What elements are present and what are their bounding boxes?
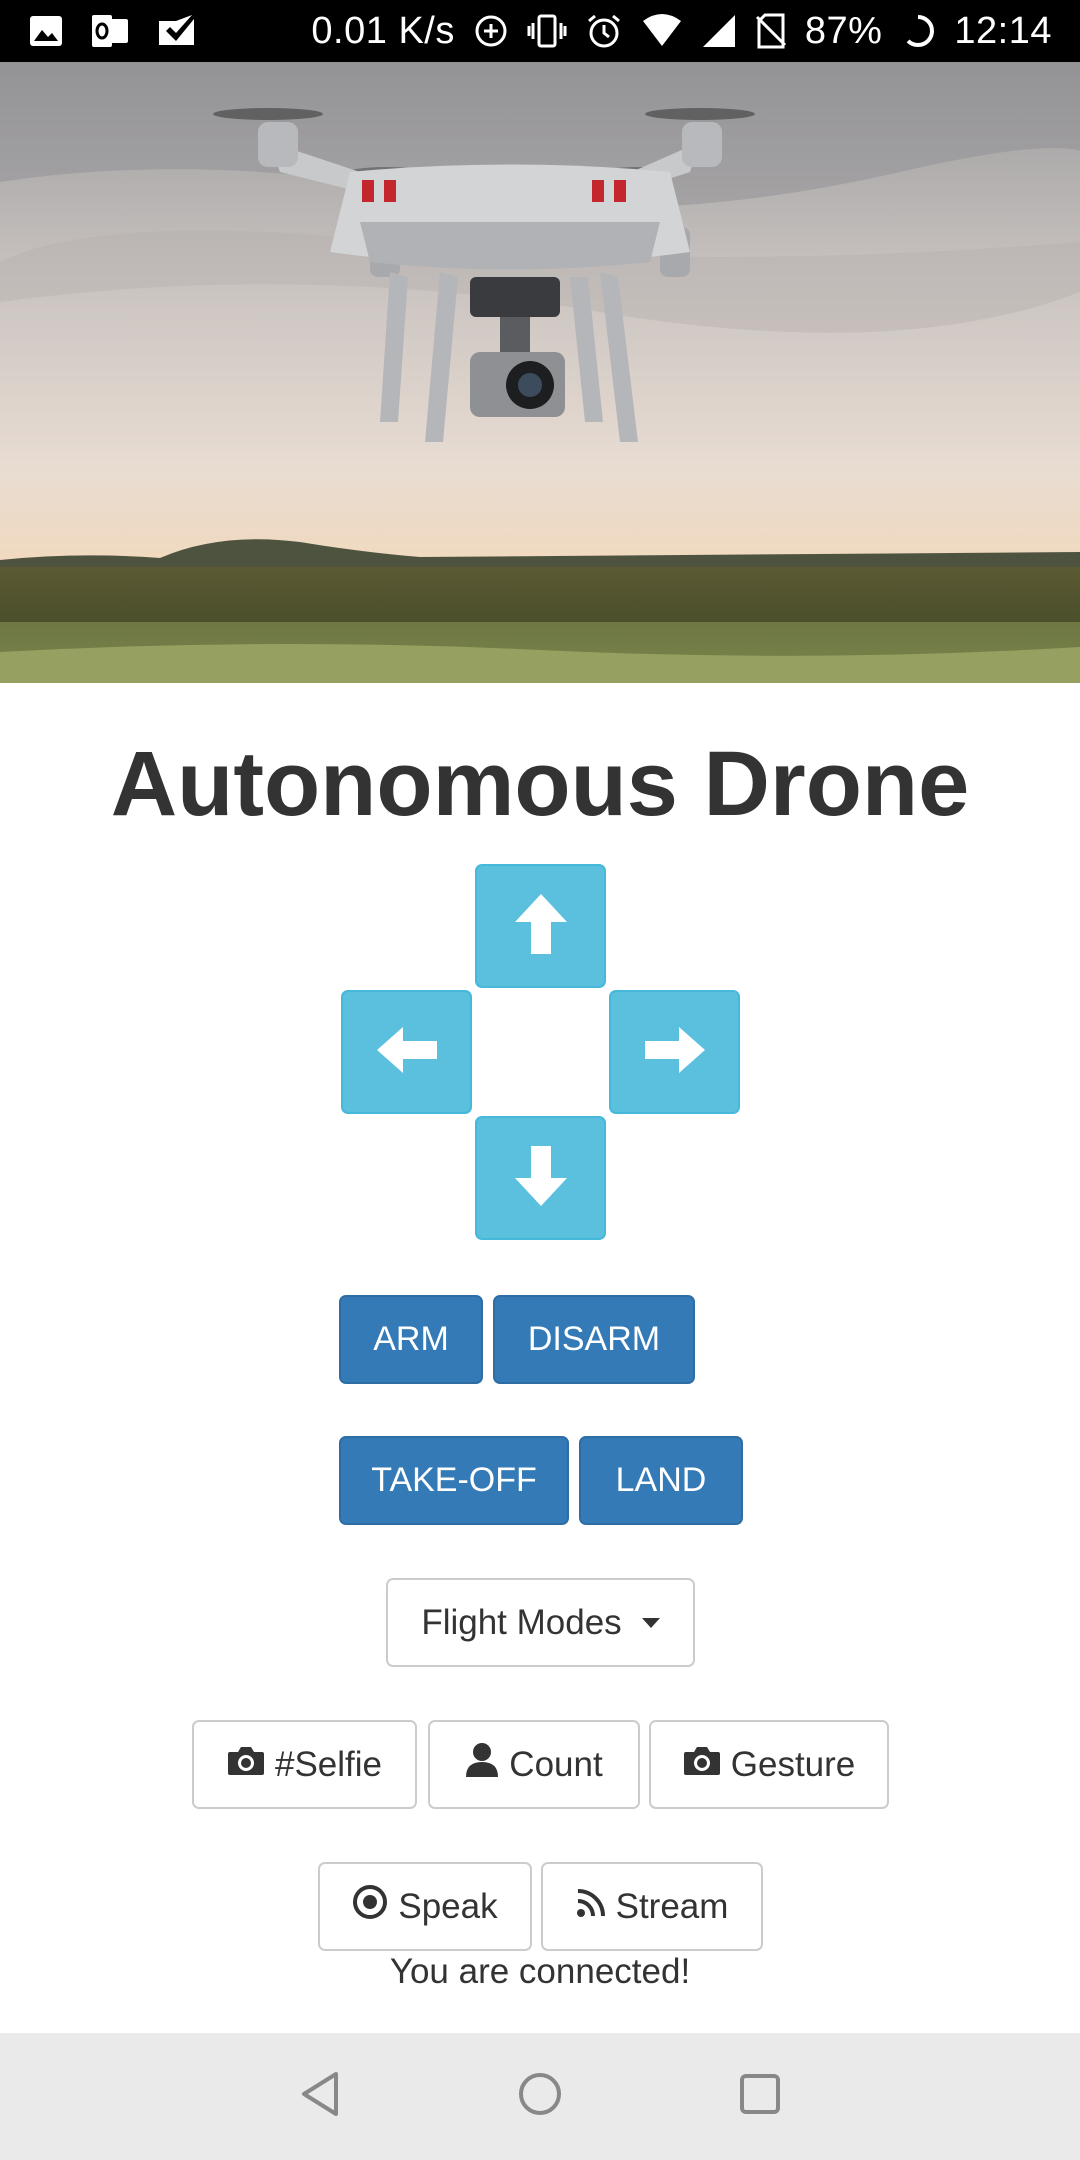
arrow-left-icon xyxy=(375,1025,439,1080)
camera-icon xyxy=(227,1744,265,1785)
status-bar: 0.01 K/s 87% 12:14 xyxy=(0,0,1080,62)
arrow-up-icon xyxy=(513,892,569,961)
nav-home-button[interactable] xyxy=(480,2033,600,2160)
disarm-button[interactable]: DISARM xyxy=(493,1295,695,1384)
flight-modes-label: Flight Modes xyxy=(421,1602,622,1642)
arrow-right-icon xyxy=(643,1025,707,1080)
land-button[interactable]: LAND xyxy=(579,1436,743,1525)
move-up-button[interactable] xyxy=(475,864,606,988)
nav-recents-button[interactable] xyxy=(700,2033,820,2160)
land-button-label: LAND xyxy=(615,1461,707,1499)
move-down-button[interactable] xyxy=(475,1116,606,1240)
caret-down-icon xyxy=(641,1617,660,1628)
battery-icon xyxy=(900,13,936,49)
user-icon xyxy=(465,1742,499,1787)
count-button[interactable]: Count xyxy=(428,1720,640,1809)
wifi-icon xyxy=(641,13,683,49)
stream-button-label: Stream xyxy=(615,1886,729,1926)
rss-icon xyxy=(576,1887,606,1927)
stream-button[interactable]: Stream xyxy=(541,1862,763,1951)
arrow-down-icon xyxy=(513,1144,569,1213)
takeoff-button[interactable]: TAKE-OFF xyxy=(339,1436,569,1525)
cell-signal-icon xyxy=(701,13,737,49)
nav-back-button[interactable] xyxy=(260,2033,380,2160)
clock: 12:14 xyxy=(954,9,1052,52)
arm-button[interactable]: ARM xyxy=(339,1295,483,1384)
camera-icon xyxy=(683,1744,721,1785)
back-triangle-icon xyxy=(298,2070,342,2123)
move-left-button[interactable] xyxy=(341,990,472,1114)
flight-modes-dropdown[interactable]: Flight Modes xyxy=(386,1578,695,1667)
arm-button-label: ARM xyxy=(373,1320,449,1358)
speak-button-label: Speak xyxy=(398,1886,498,1926)
hero-drone-image xyxy=(0,62,1080,683)
gesture-button[interactable]: Gesture xyxy=(649,1720,889,1809)
inbox-check-icon xyxy=(156,13,196,49)
home-circle-icon xyxy=(517,2071,563,2122)
disarm-button-label: DISARM xyxy=(527,1320,661,1358)
record-icon xyxy=(352,1884,388,1929)
gesture-button-label: Gesture xyxy=(730,1744,856,1784)
recents-square-icon xyxy=(738,2072,782,2121)
network-speed: 0.01 K/s xyxy=(311,9,455,52)
image-icon xyxy=(28,13,64,49)
data-saver-icon xyxy=(473,13,509,49)
connection-status: You are connected! xyxy=(389,1952,691,1991)
selfie-button-label: #Selfie xyxy=(274,1744,383,1784)
vibrate-icon xyxy=(527,13,567,49)
battery-percentage: 87% xyxy=(804,9,883,52)
page-title: Autonomous Drone xyxy=(110,733,970,835)
no-sim-icon xyxy=(755,13,787,49)
speak-button[interactable]: Speak xyxy=(318,1862,532,1951)
count-button-label: Count xyxy=(509,1744,603,1784)
move-right-button[interactable] xyxy=(609,990,740,1114)
system-nav-bar xyxy=(0,2033,1080,2160)
takeoff-button-label: TAKE-OFF xyxy=(371,1461,537,1499)
selfie-button[interactable]: #Selfie xyxy=(192,1720,417,1809)
alarm-icon xyxy=(585,13,623,49)
outlook-icon xyxy=(90,13,130,49)
